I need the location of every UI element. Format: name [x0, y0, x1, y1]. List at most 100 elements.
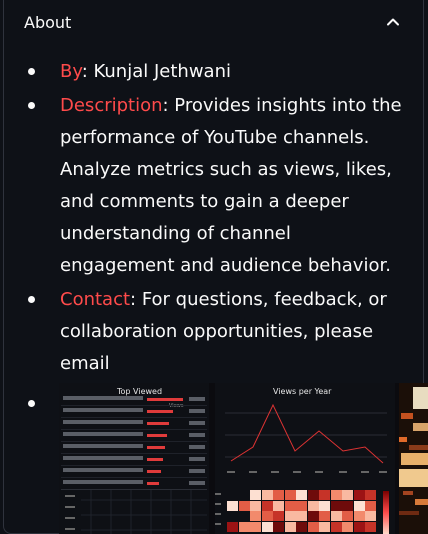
- row-bar: [147, 410, 173, 413]
- heatmap-cell: [296, 500, 307, 511]
- lower-chart-area: [61, 489, 207, 534]
- views-per-year-line: [225, 403, 387, 473]
- row-name-shape: [63, 432, 143, 436]
- heatmap-cell: [307, 500, 319, 511]
- heatmap-cell: [342, 490, 353, 500]
- heatmap-cell: [261, 521, 273, 532]
- heatmap-cell: [273, 500, 284, 511]
- heatmap-cell: [319, 521, 330, 532]
- heatmap-cell: [330, 511, 342, 521]
- heatmap-cell: [227, 521, 238, 532]
- row-bar: [147, 422, 169, 425]
- table-row: [61, 395, 207, 406]
- row-value-shape: [189, 457, 205, 461]
- heatmap-cell: [319, 490, 330, 500]
- row-value-shape: [189, 421, 205, 425]
- heatmap-cell: [250, 521, 261, 532]
- contact-key: Contact: [60, 289, 131, 310]
- about-list: By: Kunjal Jethwani Description: Provide…: [4, 56, 423, 382]
- heatmap-cell: [273, 490, 284, 500]
- heatmap-cell: [319, 500, 330, 511]
- heatmap-cell: [365, 511, 376, 521]
- row-bar: [147, 470, 161, 473]
- heatmap-cell: [261, 500, 273, 511]
- row-bar: [147, 398, 183, 401]
- by-key: By: [60, 61, 82, 82]
- heatmap-cell: [330, 521, 342, 532]
- word-cloud: [399, 383, 428, 534]
- heatmap-cell: [284, 500, 296, 511]
- word-cloud-thumbnail: [399, 383, 428, 534]
- description-text: : Provides insights into the performance…: [60, 95, 402, 276]
- heatmap-cell: [353, 521, 365, 532]
- dashboard-preview-image: Top Viewed Views Views per Year: [59, 383, 428, 534]
- heatmap-axis: [215, 491, 223, 534]
- heatmap-cell: [342, 511, 353, 521]
- heatmap-cell: [227, 511, 238, 521]
- row-value-shape: [189, 469, 205, 473]
- list-item-description: Description: Provides insights into the …: [4, 90, 423, 282]
- expander-header[interactable]: About: [4, 0, 423, 44]
- row-name-shape: [63, 444, 143, 448]
- heatmap-cell: [330, 500, 342, 511]
- table-row: [61, 407, 207, 418]
- list-item-contact: Contact: For questions, feedback, or col…: [4, 284, 423, 380]
- heatmap-cell: [353, 500, 365, 511]
- by-text: : Kunjal Jethwani: [81, 61, 231, 82]
- heatmap-cell: [296, 521, 307, 532]
- heatmap-cell: [307, 521, 319, 532]
- heatmap-cell: [307, 490, 319, 500]
- views-per-year-thumbnail: Views per Year: [215, 383, 395, 534]
- row-name-shape: [63, 480, 143, 484]
- row-value-shape: [189, 397, 205, 401]
- heatmap-cell: [238, 511, 250, 521]
- heatmap-cell: [238, 490, 250, 500]
- heatmap-cell: [284, 521, 296, 532]
- heatmap-cell: [342, 500, 353, 511]
- row-value-shape: [189, 409, 205, 413]
- heatmap-cell: [261, 490, 273, 500]
- heatmap-cell: [284, 490, 296, 500]
- heatmap-cell: [342, 521, 353, 532]
- heatmap-cell: [319, 511, 330, 521]
- heatmap-cell: [273, 511, 284, 521]
- chevron-up-icon: [387, 18, 399, 26]
- table-row: [61, 467, 207, 478]
- row-name-shape: [63, 468, 143, 472]
- heatmap-cell: [273, 521, 284, 532]
- bullet-icon: [28, 400, 35, 407]
- heatmap-cell: [353, 511, 365, 521]
- top-viewed-thumbnail: Top Viewed Views: [59, 383, 209, 534]
- table-row: [61, 431, 207, 442]
- heatmap-cell: [238, 521, 250, 532]
- row-bar: [147, 434, 167, 437]
- heatmap-cell: [227, 500, 238, 511]
- list-item-by: By: Kunjal Jethwani: [4, 56, 423, 88]
- grid-lines: [65, 490, 207, 534]
- heatmap-cell: [330, 490, 342, 500]
- row-bar: [147, 458, 163, 461]
- heatmap-cell: [365, 500, 376, 511]
- heatmap-cell: [365, 521, 376, 532]
- row-name-shape: [63, 456, 143, 460]
- heatmap-cell: [353, 490, 365, 500]
- heatmap-cell: [250, 490, 261, 500]
- heatmap-cell: [250, 511, 261, 521]
- bullet-icon: [28, 68, 35, 75]
- heatmap-cell: [365, 490, 376, 500]
- bullet-icon: [28, 296, 35, 303]
- row-name-shape: [63, 420, 143, 424]
- heatmap-colorbar: [383, 491, 389, 534]
- row-name-shape: [63, 408, 143, 412]
- heatmap-cell: [261, 511, 273, 521]
- row-value-shape: [189, 445, 205, 449]
- heatmap-cell: [296, 490, 307, 500]
- heatmap-cell: [238, 500, 250, 511]
- heatmap-cell: [250, 500, 261, 511]
- bullet-icon: [28, 102, 35, 109]
- description-key: Description: [60, 95, 163, 116]
- heatmap-cell: [284, 511, 296, 521]
- table-row: [61, 419, 207, 430]
- row-name-shape: [63, 396, 143, 400]
- heatmap-cell: [227, 490, 238, 500]
